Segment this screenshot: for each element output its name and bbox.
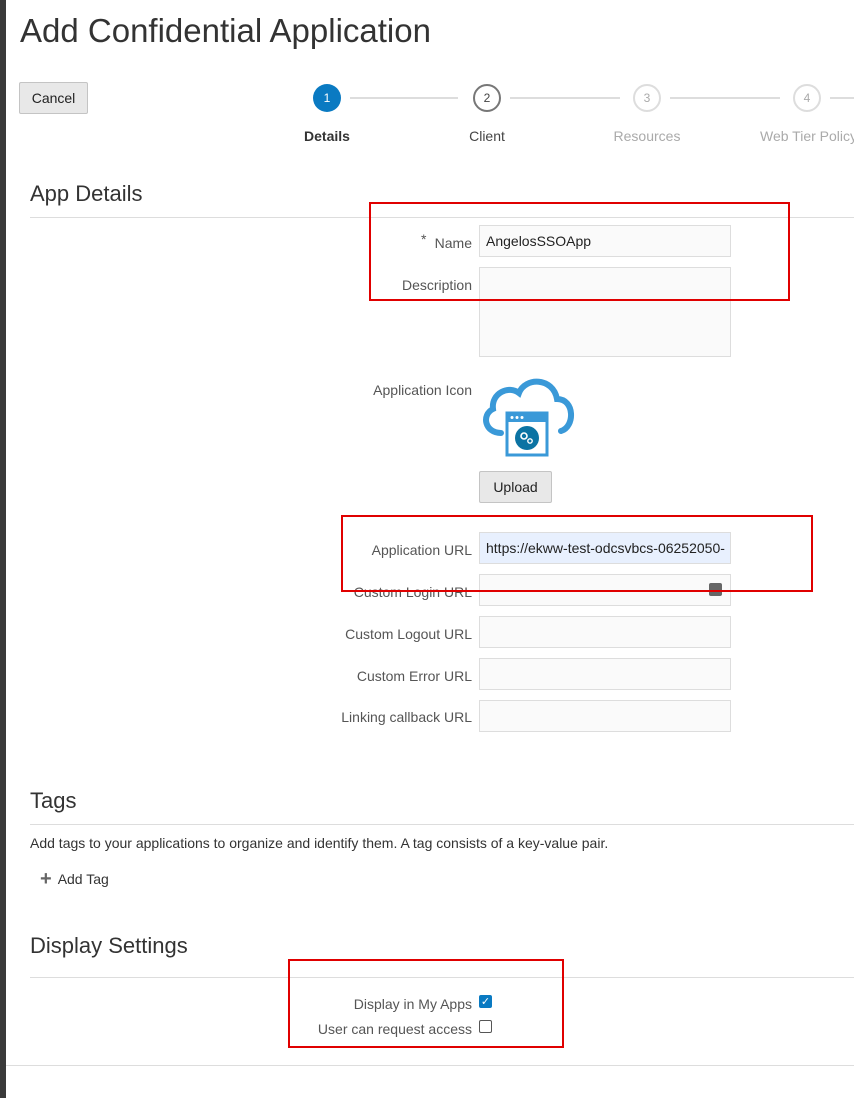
left-edge-bar — [0, 0, 6, 1098]
autofill-icon[interactable] — [709, 583, 722, 596]
tags-heading: Tags — [30, 788, 77, 813]
step-label: Resources — [613, 128, 681, 144]
user-can-request-access-checkbox[interactable] — [479, 1020, 492, 1033]
custom-login-url-input[interactable] — [479, 574, 731, 606]
step-4-web-tier-policy: 4 — [793, 84, 821, 112]
step-label: Client — [469, 128, 505, 144]
step-1-details[interactable]: 1 — [313, 84, 341, 112]
required-asterisk: * — [421, 231, 427, 247]
add-tag-button[interactable]: + Add Tag — [40, 868, 109, 890]
description-textarea[interactable] — [479, 267, 731, 357]
divider — [30, 217, 854, 218]
application-icon-label: Application Icon — [373, 382, 472, 398]
divider — [30, 977, 854, 978]
custom-login-url-label: Custom Login URL — [353, 584, 472, 600]
user-can-request-access-label: User can request access — [317, 1021, 472, 1037]
add-tag-label: Add Tag — [57, 871, 109, 887]
custom-logout-url-input[interactable] — [479, 616, 731, 648]
tags-description: Add tags to your applications to organiz… — [30, 835, 609, 851]
divider — [30, 824, 854, 825]
step-2-client[interactable]: 2 — [473, 84, 501, 112]
step-3-resources: 3 — [633, 84, 661, 112]
custom-logout-url-label: Custom Logout URL — [345, 626, 472, 642]
name-label: Name — [434, 235, 472, 251]
cloud-app-icon — [483, 378, 574, 457]
plus-icon: + — [40, 868, 52, 890]
divider — [6, 1065, 854, 1066]
cancel-button[interactable]: Cancel — [19, 82, 88, 114]
description-label: Description — [401, 277, 472, 293]
page-title: Add Confidential Application — [20, 12, 431, 49]
application-url-input[interactable]: https://ekww-test-odcsvbcs-06252050- — [479, 532, 731, 564]
display-in-my-apps-label: Display in My Apps — [353, 996, 472, 1012]
linking-callback-url-label: Linking callback URL — [341, 709, 472, 725]
linking-callback-url-input[interactable] — [479, 700, 731, 732]
step-label: Web Tier Policy — [760, 128, 854, 144]
application-url-label: Application URL — [371, 542, 472, 558]
app-details-heading: App Details — [30, 181, 143, 206]
upload-button[interactable]: Upload — [479, 471, 552, 503]
step-label: Details — [304, 128, 350, 144]
custom-error-url-label: Custom Error URL — [356, 668, 472, 684]
custom-error-url-input[interactable] — [479, 658, 731, 690]
display-in-my-apps-checkbox[interactable]: ✓ — [479, 995, 492, 1008]
display-settings-heading: Display Settings — [30, 933, 188, 958]
name-input[interactable]: AngelosSSOApp — [479, 225, 731, 257]
